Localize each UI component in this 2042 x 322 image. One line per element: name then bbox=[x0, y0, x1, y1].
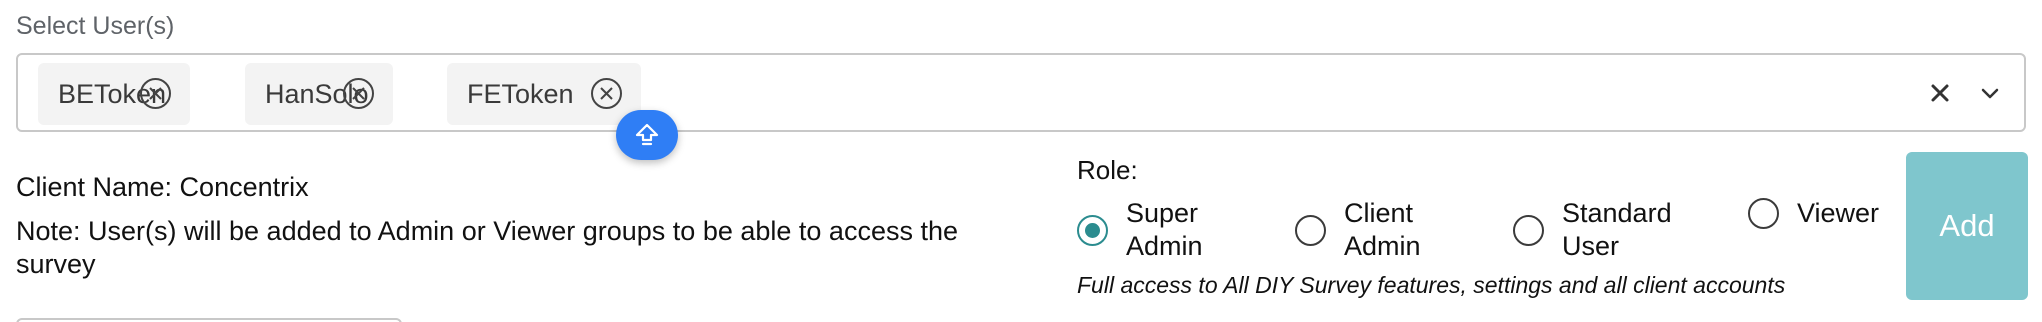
user-multi-select[interactable]: BEToken HanSolo FEToken bbox=[16, 53, 2026, 132]
user-chip: BEToken bbox=[38, 63, 190, 125]
role-option-super-admin[interactable]: Super Admin bbox=[1077, 197, 1236, 263]
role-option-viewer[interactable]: Viewer bbox=[1748, 197, 1907, 230]
role-description: Full access to All DIY Survey features, … bbox=[1077, 272, 1786, 298]
arrow-up-icon bbox=[635, 123, 659, 146]
select-users-label: Select User(s) bbox=[16, 12, 175, 40]
clear-selection-icon[interactable] bbox=[1926, 79, 1954, 107]
remove-chip-icon[interactable] bbox=[139, 77, 172, 110]
radio-button[interactable] bbox=[1077, 214, 1108, 246]
role-option-client-admin[interactable]: Client Admin bbox=[1295, 197, 1454, 263]
remove-chip-icon[interactable] bbox=[590, 77, 623, 110]
radio-button[interactable] bbox=[1513, 214, 1544, 246]
remove-chip-icon[interactable] bbox=[342, 77, 375, 110]
chevron-down-icon[interactable] bbox=[1976, 79, 2004, 107]
role-option-label: Viewer bbox=[1797, 198, 1880, 228]
chip-label: FEToken bbox=[467, 78, 574, 109]
next-field[interactable] bbox=[16, 318, 402, 322]
role-option-label: Super Admin bbox=[1126, 198, 1203, 261]
client-name: Client Name: Concentrix bbox=[16, 172, 309, 202]
add-users-form: Select User(s) BEToken HanSolo FEToken C… bbox=[0, 0, 2042, 322]
role-option-label: Standard User bbox=[1562, 198, 1672, 261]
radio-button[interactable] bbox=[1748, 198, 1779, 229]
role-option-label: Client Admin bbox=[1344, 198, 1421, 261]
user-chip: FEToken bbox=[447, 63, 641, 125]
user-chip: HanSolo bbox=[245, 63, 393, 125]
radio-button[interactable] bbox=[1295, 214, 1326, 246]
add-button[interactable]: Add bbox=[1906, 152, 2028, 300]
role-label: Role: bbox=[1077, 155, 1138, 185]
floating-action-button[interactable] bbox=[616, 110, 678, 160]
access-note: Note: User(s) will be added to Admin or … bbox=[16, 216, 958, 279]
role-option-standard-user[interactable]: Standard User bbox=[1513, 197, 1672, 263]
